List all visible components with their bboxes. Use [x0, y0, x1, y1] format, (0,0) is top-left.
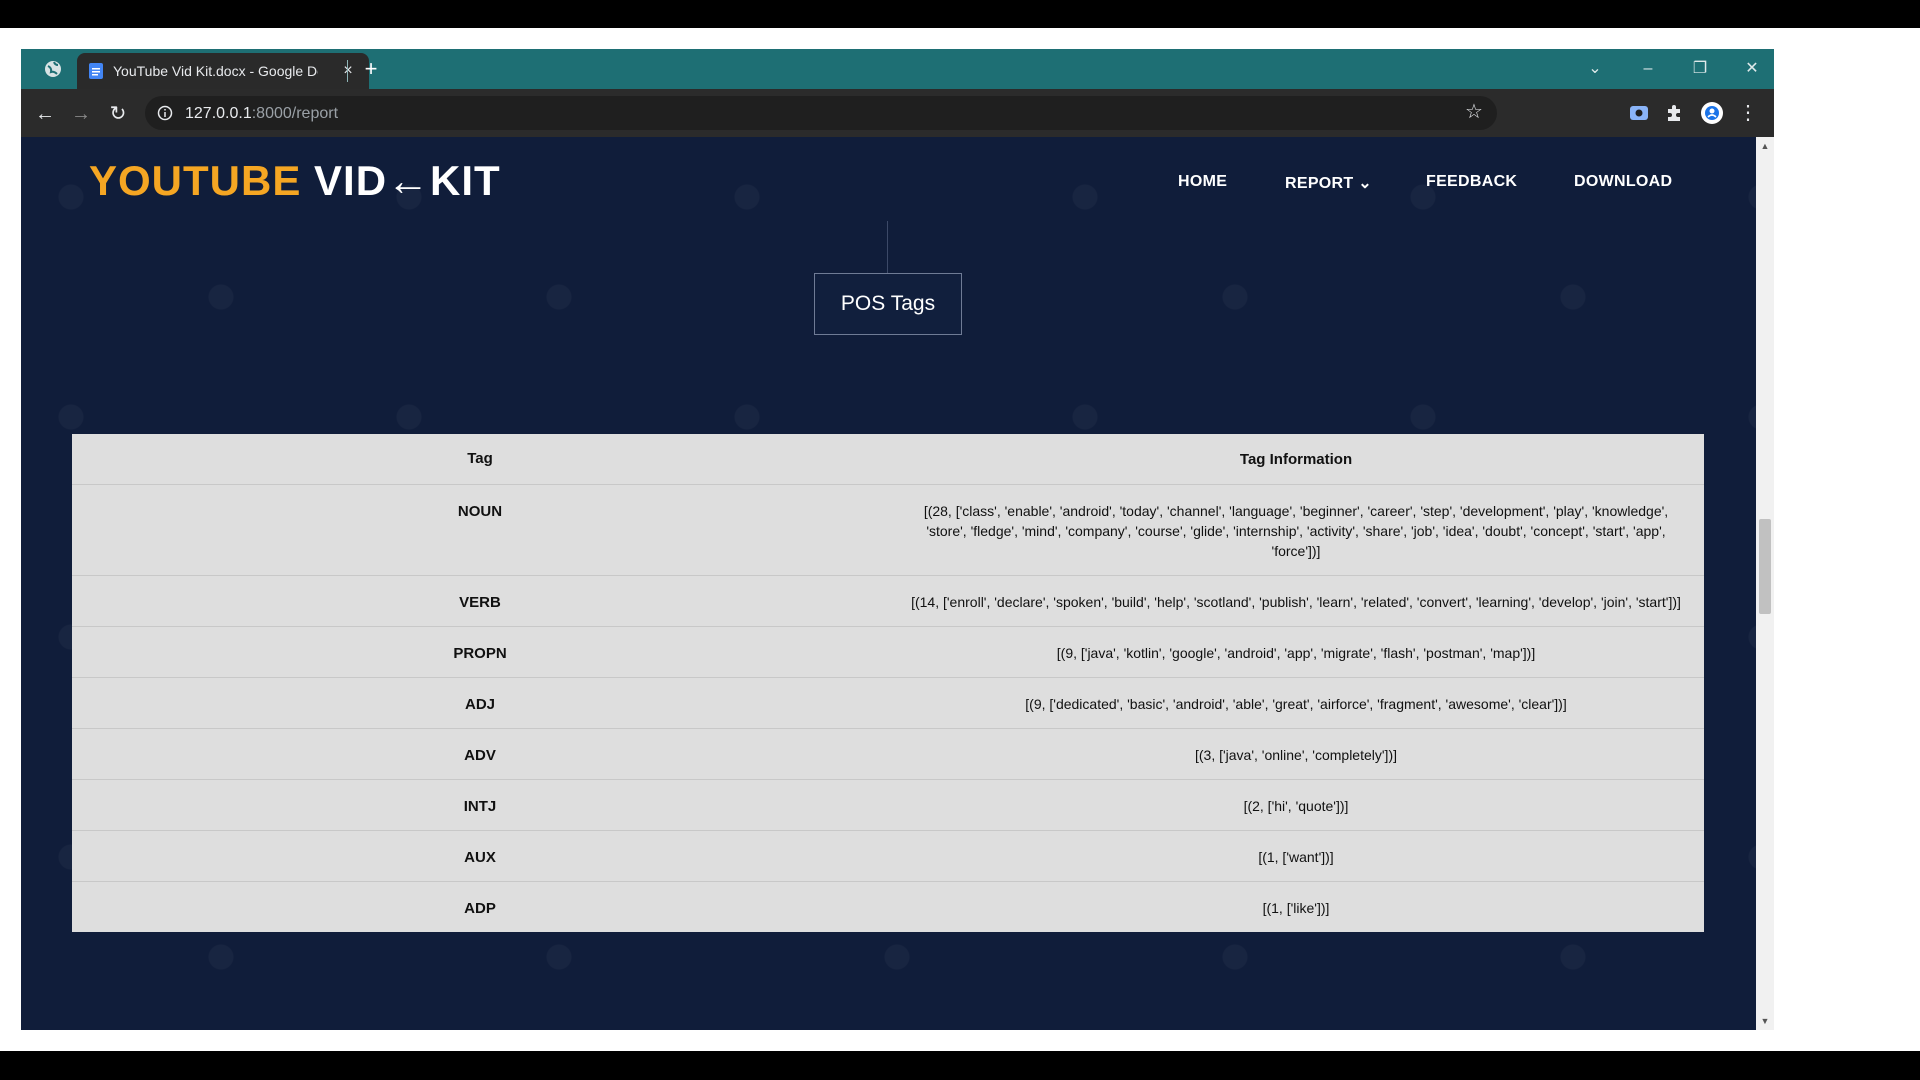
nav-download[interactable]: DOWNLOAD: [1574, 173, 1672, 191]
site-logo[interactable]: YOUTUBE VID←KIT: [89, 157, 501, 207]
reload-icon[interactable]: ↻: [105, 101, 131, 127]
table-header-row: Tag Tag Information: [72, 434, 1704, 485]
close-window-button[interactable]: ✕: [1740, 57, 1764, 81]
screen-capture-extension-icon[interactable]: [1627, 101, 1651, 125]
table-row: ADV [(3, ['java', 'online', 'completely'…: [72, 729, 1704, 780]
url-host: 127.0.0.1: [185, 105, 252, 122]
nav-report[interactable]: REPORT ⌄: [1285, 173, 1372, 193]
browser-menu-icon[interactable]: ⋮: [1735, 100, 1761, 126]
row-tag-information: [(1, ['want'])]: [1258, 849, 1334, 865]
row-tag-information: [(9, ['java', 'kotlin', 'google', 'andro…: [1056, 645, 1536, 661]
row-tag: ADJ: [464, 696, 495, 713]
tab-separator: [347, 60, 348, 82]
google-docs-icon: [89, 63, 103, 79]
extensions-puzzle-icon[interactable]: [1663, 101, 1687, 125]
forward-arrow-icon[interactable]: →: [68, 101, 94, 127]
table-row: ADJ [(9, ['dedicated', 'basic', 'android…: [72, 678, 1704, 729]
tab-active[interactable]: YouTube Vid Kit.docx - Google Do ×: [77, 53, 369, 89]
row-tag: AUX: [464, 849, 496, 866]
web-page: YOUTUBE VID←KIT HOME REPORT ⌄ FEEDBACK D…: [21, 137, 1756, 1030]
row-tag: INTJ: [463, 798, 497, 815]
logo-youtube: YOUTUBE: [89, 157, 315, 204]
url-text[interactable]: 127.0.0.1:8000/report: [185, 105, 338, 123]
tab-search-dropdown-icon[interactable]: ⌄: [1583, 57, 1607, 81]
logo-vidkit: VID←KIT: [314, 157, 501, 204]
browser-toolbar: ← → ↻ 127.0.0.1:8000/report ☆ ⋮: [21, 89, 1774, 137]
row-tag-information: [(1, ['like'])]: [1262, 900, 1330, 916]
table-row: AUX [(1, ['want'])]: [72, 831, 1704, 882]
browser-window: YouTube Vid Kit.docx - Google Do × + ⌄ –…: [21, 49, 1774, 1030]
header-tag-information: Tag Information: [1239, 451, 1353, 468]
row-tag: NOUN: [457, 503, 503, 520]
tab-strip: YouTube Vid Kit.docx - Google Do × + ⌄ –…: [21, 49, 1774, 89]
tab-close-icon[interactable]: ×: [339, 62, 357, 80]
row-tag: PROPN: [453, 645, 507, 662]
row-tag: ADV: [464, 747, 496, 764]
url-path: :8000/report: [251, 105, 339, 122]
row-tag-information: [(14, ['enroll', 'declare', 'spoken', 'b…: [911, 594, 1681, 610]
table-row: ADP [(1, ['like'])]: [72, 882, 1704, 932]
row-tag: VERB: [459, 594, 501, 611]
new-tab-button[interactable]: +: [359, 57, 383, 81]
restore-button[interactable]: ❐: [1688, 57, 1712, 81]
nav-feedback[interactable]: FEEDBACK: [1426, 173, 1517, 191]
table-row: VERB [(14, ['enroll', 'declare', 'spoken…: [72, 576, 1704, 627]
scroll-down-arrow-icon[interactable]: ▼: [1760, 1016, 1770, 1026]
scroll-up-arrow-icon[interactable]: ▲: [1760, 141, 1770, 151]
header-tag: Tag: [467, 450, 493, 467]
minimize-button[interactable]: –: [1636, 57, 1660, 81]
back-arrow-icon[interactable]: ←: [32, 101, 58, 127]
bookmark-star-icon[interactable]: ☆: [1463, 101, 1485, 123]
row-tag-information: [(3, ['java', 'online', 'completely'])]: [1194, 747, 1397, 763]
nav-home[interactable]: HOME: [1178, 173, 1227, 191]
profile-avatar[interactable]: [1700, 101, 1724, 125]
tab-title: YouTube Vid Kit.docx - Google Do: [113, 63, 318, 79]
tree-connector-line: [887, 221, 888, 273]
pos-tags-node[interactable]: POS Tags: [814, 273, 962, 335]
bottom-black-band: [0, 1051, 1920, 1080]
row-tag-information: [(2, ['hi', 'quote'])]: [1243, 798, 1349, 814]
pos-tags-table: Tag Tag Information NOUN [(28, ['class',…: [72, 434, 1704, 932]
globe-icon[interactable]: [43, 59, 63, 79]
row-tag: ADP: [464, 900, 496, 917]
row-tag-information: [(9, ['dedicated', 'basic', 'android', '…: [1025, 696, 1567, 712]
table-row: INTJ [(2, ['hi', 'quote'])]: [72, 780, 1704, 831]
top-black-band: [0, 0, 1920, 28]
site-info-icon[interactable]: [157, 105, 173, 121]
page-scrollbar[interactable]: ▲ ▼: [1756, 137, 1774, 1030]
scroll-thumb[interactable]: [1759, 519, 1771, 614]
row-tag-information: [(28, ['class', 'enable', 'android', 'to…: [923, 503, 1669, 559]
table-row: PROPN [(9, ['java', 'kotlin', 'google', …: [72, 627, 1704, 678]
table-row: NOUN [(28, ['class', 'enable', 'android'…: [72, 485, 1704, 576]
address-bar[interactable]: 127.0.0.1:8000/report ☆: [145, 96, 1497, 130]
